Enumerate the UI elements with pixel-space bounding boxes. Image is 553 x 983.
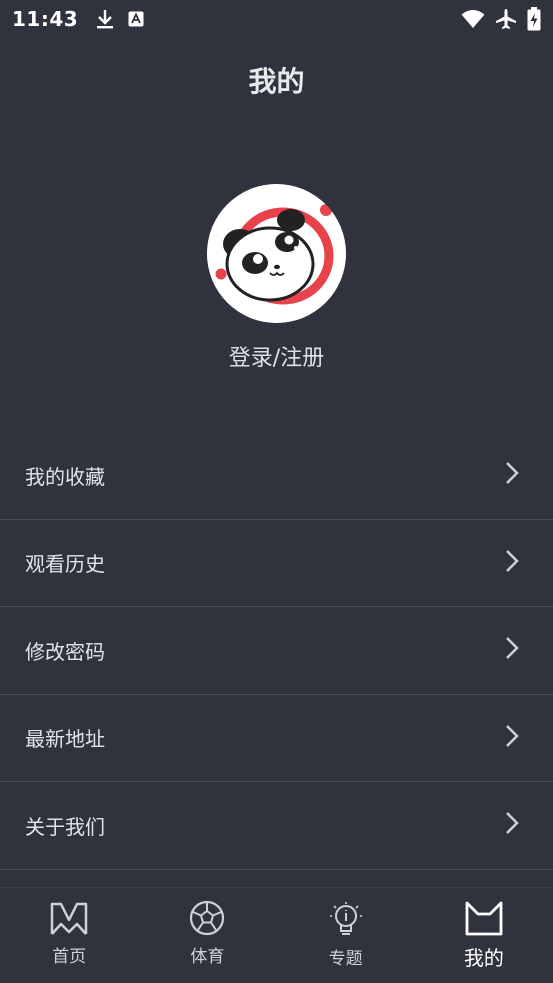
menu-item-latest-address[interactable]: 最新地址 (0, 695, 553, 782)
airplane-mode-icon (495, 8, 517, 30)
status-bar: 11:43 (0, 0, 553, 38)
tab-profile[interactable]: 我的 (415, 888, 553, 983)
soccer-ball-icon (189, 900, 225, 940)
tab-topics[interactable]: 专题 (277, 888, 415, 983)
chevron-right-icon (505, 461, 519, 489)
chevron-right-icon (505, 724, 519, 752)
bottom-tab-bar: 首页 体育 专题 我的 (0, 887, 553, 983)
status-time: 11:43 (12, 7, 79, 31)
menu-item-label: 修改密码 (25, 639, 105, 664)
wifi-icon (461, 9, 485, 29)
menu-item-label: 观看历史 (25, 552, 105, 577)
page-title: 我的 (248, 65, 305, 98)
app-notification-icon (128, 11, 144, 27)
chevron-right-icon (505, 636, 519, 664)
tab-label: 我的 (463, 946, 504, 970)
menu-item-change-password[interactable]: 修改密码 (0, 607, 553, 695)
menu-item-label: 关于我们 (25, 814, 105, 839)
cat-ears-icon (464, 900, 504, 940)
download-icon (96, 9, 114, 29)
tab-sports[interactable]: 体育 (138, 888, 276, 983)
login-register-link[interactable]: 登录/注册 (0, 340, 553, 372)
tab-home[interactable]: 首页 (0, 888, 138, 983)
menu-item-label: 最新地址 (25, 727, 105, 752)
chevron-right-icon (505, 549, 519, 577)
lightbulb-icon (328, 900, 364, 942)
menu-item-favorites[interactable]: 我的收藏 (0, 432, 553, 520)
tab-label: 体育 (190, 947, 225, 967)
m-logo-icon (49, 900, 89, 940)
battery-charging-icon (527, 7, 541, 31)
tab-label: 专题 (328, 949, 363, 969)
menu-item-about-us[interactable]: 关于我们 (0, 782, 553, 870)
tab-label: 首页 (52, 947, 87, 967)
menu-item-history[interactable]: 观看历史 (0, 520, 553, 607)
chevron-right-icon (505, 811, 519, 839)
panda-avatar-icon[interactable] (207, 184, 346, 323)
settings-menu: 我的收藏 观看历史 修改密码 最新地址 关于我们 (0, 432, 553, 870)
menu-item-label: 我的收藏 (25, 464, 105, 489)
